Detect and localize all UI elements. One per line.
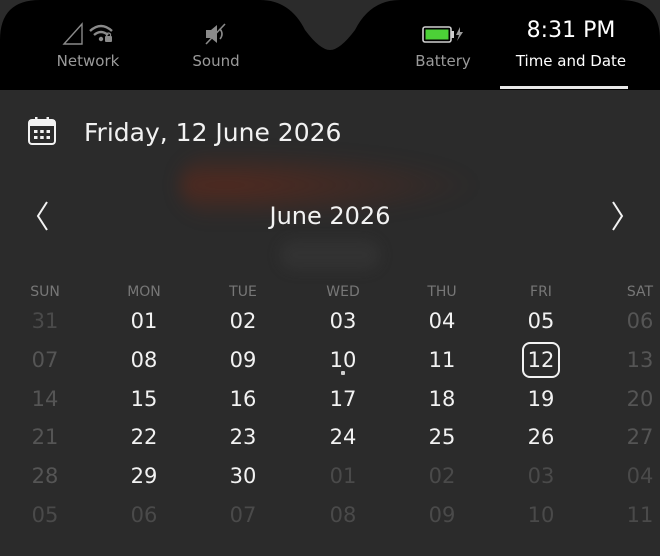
month-title: June 2026 xyxy=(269,202,391,230)
active-indicator-underline xyxy=(500,86,628,89)
background-blur xyxy=(280,240,380,270)
indicator-sound[interactable]: Sound xyxy=(176,0,256,90)
calendar-day[interactable]: 04 xyxy=(595,464,660,488)
calendar-day[interactable]: 28 xyxy=(0,464,90,488)
weekday-header: SUN xyxy=(30,284,60,300)
calendar-day[interactable]: 02 xyxy=(397,464,487,488)
calendar-day[interactable]: 31 xyxy=(0,309,90,333)
calendar-day[interactable]: 08 xyxy=(99,348,189,372)
calendar-day[interactable]: 03 xyxy=(298,309,388,333)
previous-month-button[interactable] xyxy=(30,198,54,234)
calendar-day[interactable]: 30 xyxy=(198,464,288,488)
calendar-day[interactable]: 17 xyxy=(298,387,388,411)
clock-time: 8:31 PM xyxy=(526,18,616,43)
calendar-day[interactable]: 04 xyxy=(397,309,487,333)
calendar-day[interactable]: 07 xyxy=(0,348,90,372)
calendar-day[interactable]: 27 xyxy=(595,425,660,449)
battery-charging-icon xyxy=(402,20,484,48)
indicator-time-and-date[interactable]: 8:31 PM Time and Date xyxy=(500,0,642,90)
calendar-icon[interactable] xyxy=(27,116,57,150)
weekday-header: SAT xyxy=(626,284,654,300)
calendar-day[interactable]: 19 xyxy=(496,387,586,411)
calendar-day[interactable]: 09 xyxy=(397,503,487,527)
calendar-day[interactable]: 12 xyxy=(496,348,586,372)
calendar-day[interactable]: 16 xyxy=(198,387,288,411)
indicator-battery[interactable]: Battery xyxy=(402,0,484,90)
calendar-day[interactable]: 10 xyxy=(298,348,388,372)
calendar-day[interactable]: 21 xyxy=(0,425,90,449)
calendar-day[interactable]: 20 xyxy=(595,387,660,411)
calendar-day[interactable]: 05 xyxy=(0,503,90,527)
calendar-day[interactable]: 18 xyxy=(397,387,487,411)
calendar-day[interactable]: 14 xyxy=(0,387,90,411)
calendar-day[interactable]: 09 xyxy=(198,348,288,372)
calendar-day[interactable]: 06 xyxy=(99,503,189,527)
weekday-header: MON xyxy=(127,284,161,300)
chevron-left-icon xyxy=(36,201,48,231)
calendar-day[interactable]: 07 xyxy=(198,503,288,527)
calendar-day[interactable]: 26 xyxy=(496,425,586,449)
indicator-bar: Network Sound Battery 8:31 PM Time and D… xyxy=(0,0,660,90)
calendar-day[interactable]: 11 xyxy=(595,503,660,527)
calendar-day[interactable]: 06 xyxy=(595,309,660,333)
calendar-day[interactable]: 05 xyxy=(496,309,586,333)
calendar-day[interactable]: 22 xyxy=(99,425,189,449)
weekday-header: TUE xyxy=(229,284,257,300)
calendar-day[interactable]: 11 xyxy=(397,348,487,372)
calendar-day[interactable]: 13 xyxy=(595,348,660,372)
network-icon xyxy=(40,20,136,48)
calendar-day[interactable]: 01 xyxy=(298,464,388,488)
weekday-header: THU xyxy=(427,284,457,300)
indicator-label: Sound xyxy=(192,52,240,70)
calendar-day[interactable]: 10 xyxy=(496,503,586,527)
calendar-day[interactable]: 03 xyxy=(496,464,586,488)
calendar-day[interactable]: 24 xyxy=(298,425,388,449)
calendar-day[interactable]: 02 xyxy=(198,309,288,333)
calendar-day[interactable]: 08 xyxy=(298,503,388,527)
calendar-day[interactable]: 23 xyxy=(198,425,288,449)
calendar-day[interactable]: 15 xyxy=(99,387,189,411)
chevron-right-icon xyxy=(612,201,624,231)
weekday-header: FRI xyxy=(530,284,552,300)
indicator-label: Battery xyxy=(415,52,471,70)
next-month-button[interactable] xyxy=(606,198,630,234)
sound-muted-icon xyxy=(176,20,256,48)
calendar-day[interactable]: 29 xyxy=(99,464,189,488)
selected-date[interactable]: Friday, 12 June 2026 xyxy=(84,118,341,147)
indicator-network[interactable]: Network xyxy=(40,0,136,90)
indicator-label: Time and Date xyxy=(515,52,627,70)
weekday-header: WED xyxy=(326,284,360,300)
calendar-day[interactable]: 01 xyxy=(99,309,189,333)
indicator-label: Network xyxy=(56,52,120,70)
calendar-day[interactable]: 25 xyxy=(397,425,487,449)
